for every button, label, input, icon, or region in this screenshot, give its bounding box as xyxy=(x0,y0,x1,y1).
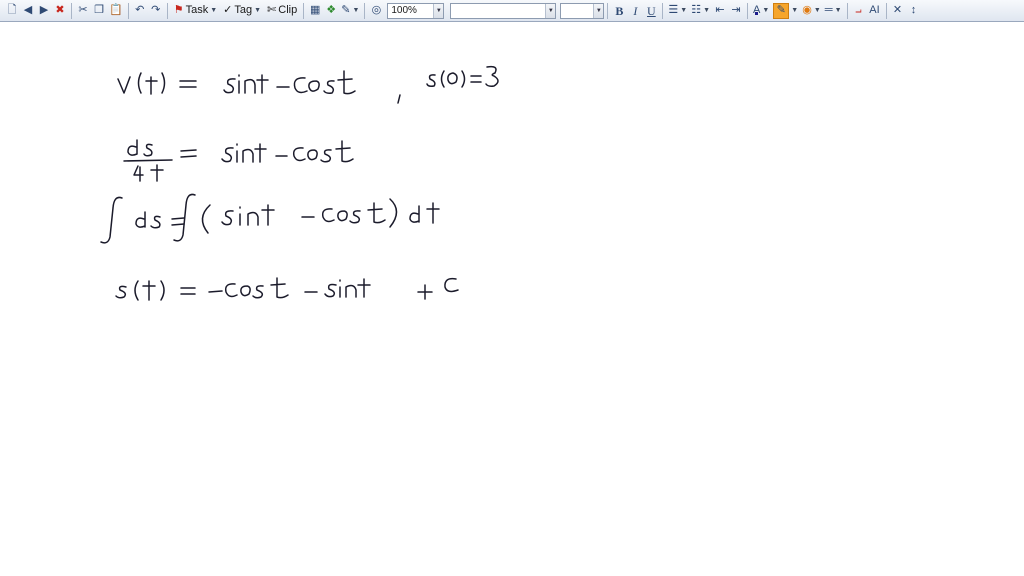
cut-icon[interactable]: ✂ xyxy=(75,2,91,20)
chevron-down-icon: ▼ xyxy=(791,7,799,14)
fill-color-icon: ◉ xyxy=(802,4,812,16)
link-icon[interactable]: ◎ xyxy=(368,2,384,20)
chevron-down-icon: ▼ xyxy=(762,7,770,14)
paste-icon[interactable]: 📋 xyxy=(107,2,125,20)
clip-icon: ✄ xyxy=(267,4,277,16)
chevron-down-icon[interactable]: ▼ xyxy=(593,3,604,18)
italic-button[interactable]: I xyxy=(627,2,643,20)
separator xyxy=(303,2,305,19)
separator xyxy=(71,2,72,19)
note-canvas[interactable]: v(t) = sint - cost , s(0) = 3 ds/dt = s xyxy=(0,23,1024,576)
decrease-indent-icon[interactable]: ⇤ xyxy=(712,2,728,20)
zoom-select[interactable]: 100% ▼ xyxy=(387,2,445,19)
chevron-down-icon: ▼ xyxy=(813,7,821,14)
highlight-button[interactable]: ✎ ▼ xyxy=(771,2,800,20)
separator xyxy=(166,2,168,19)
vertical-space-icon[interactable]: ↕ xyxy=(906,2,922,20)
line-style-button[interactable]: ═ ▼ xyxy=(823,2,844,20)
insert-object-icon[interactable]: ❖ xyxy=(323,2,339,20)
zoom-value: 100% xyxy=(391,5,417,16)
chevron-down-icon[interactable]: ▼ xyxy=(545,3,556,18)
line-style-icon: ═ xyxy=(824,4,833,16)
chevron-down-icon: ▼ xyxy=(254,7,262,14)
task-flag-icon: ⚑ xyxy=(173,4,184,16)
new-page-icon[interactable]: 🗋 xyxy=(4,2,20,20)
ink-line-1: v(t) = sint - cost , s(0) = 3 xyxy=(117,65,499,104)
tag-button[interactable]: ✓ Tag ▼ xyxy=(220,2,264,20)
clip-button[interactable]: ✄ Clip xyxy=(264,2,300,20)
numbered-list-button[interactable]: ☷ ▼ xyxy=(689,2,712,20)
undo-icon[interactable]: ↶ xyxy=(132,2,148,20)
handwritten-notes: v(t) = sint - cost , s(0) = 3 ds/dt = si… xyxy=(100,65,499,301)
clip-label: Clip xyxy=(278,4,298,16)
increase-indent-icon[interactable]: ⇥ xyxy=(728,2,744,20)
tag-label: Tag xyxy=(234,4,253,16)
chevron-down-icon: ▼ xyxy=(680,7,688,14)
eraser-icon[interactable]: ⨼ xyxy=(851,2,867,20)
underline-button[interactable]: U xyxy=(643,2,659,20)
font-size-select[interactable]: ▼ xyxy=(560,2,605,19)
bulleted-list-icon: ☰ xyxy=(668,4,679,16)
close-icon[interactable]: ✕ xyxy=(890,2,906,20)
chevron-down-icon: ▼ xyxy=(352,7,360,14)
toolbar: 🗋 ◀ ▶ ✖ ✂ ❐ 📋 ↶ ↷ ⚑ Task ▼ ✓ Tag ▼ ✄ Cli… xyxy=(0,0,1024,22)
ink-line-2: ds/dt = sint - cost xyxy=(123,139,354,182)
numbered-list-icon: ☷ xyxy=(691,4,702,16)
table-icon[interactable]: ▦ xyxy=(307,2,323,20)
font-color-button[interactable]: A ▼ xyxy=(751,2,771,20)
style-button[interactable]: AI xyxy=(867,2,883,20)
delete-page-icon[interactable]: ✖ xyxy=(52,2,68,20)
highlight-icon: ✎ xyxy=(773,2,790,19)
bold-button[interactable]: B xyxy=(611,2,627,20)
ink-line-3: ∫ds = ∫(sint - cost)dt xyxy=(100,193,440,244)
separator xyxy=(607,2,609,19)
copy-icon[interactable]: ❐ xyxy=(91,2,107,20)
tag-icon: ✓ xyxy=(223,4,233,16)
pen-button[interactable]: ✎ ▼ xyxy=(339,2,361,20)
separator xyxy=(127,2,129,19)
separator xyxy=(662,2,664,19)
back-icon[interactable]: ◀ xyxy=(20,2,36,20)
separator xyxy=(364,2,366,19)
style-icon: AI xyxy=(869,4,880,16)
separator xyxy=(846,2,848,19)
chevron-down-icon: ▼ xyxy=(703,7,710,14)
font-color-icon: A xyxy=(753,4,761,16)
font-family-select[interactable]: ▼ xyxy=(450,2,557,19)
redo-icon[interactable]: ↷ xyxy=(148,2,164,20)
chevron-down-icon[interactable]: ▼ xyxy=(433,3,444,18)
pen-icon: ✎ xyxy=(341,4,351,16)
ink-line-4: s(t) = -cost - sint + C xyxy=(115,277,459,301)
bulleted-list-button[interactable]: ☰ ▼ xyxy=(666,2,689,20)
separator xyxy=(747,2,748,19)
chevron-down-icon: ▼ xyxy=(834,7,842,14)
separator xyxy=(885,2,887,19)
task-label: Task xyxy=(185,4,209,16)
forward-icon[interactable]: ▶ xyxy=(36,2,52,20)
task-button[interactable]: ⚑ Task ▼ xyxy=(171,2,220,20)
chevron-down-icon: ▼ xyxy=(210,7,218,14)
fill-color-button[interactable]: ◉ ▼ xyxy=(800,2,823,20)
